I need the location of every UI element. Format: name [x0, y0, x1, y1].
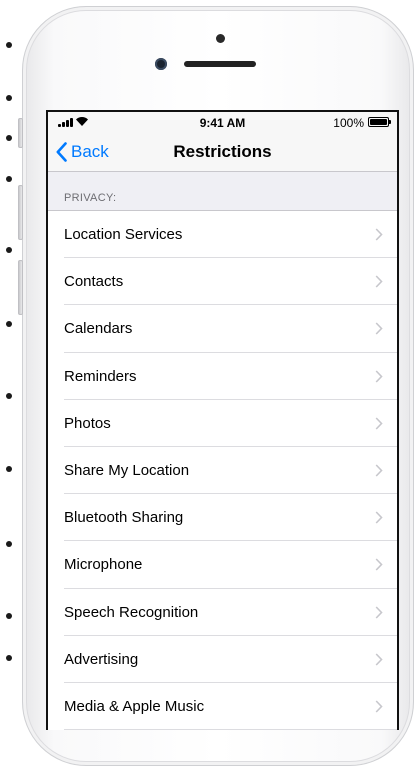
chevron-right-icon — [375, 228, 383, 241]
chevron-right-icon — [375, 275, 383, 288]
proximity-sensor-icon — [155, 58, 167, 70]
list-item-bluetooth-sharing[interactable]: Bluetooth Sharing — [48, 494, 397, 542]
list-bullet — [6, 42, 12, 48]
list-bullet — [6, 247, 12, 253]
battery-percentage: 100% — [333, 116, 364, 130]
mute-switch — [18, 118, 23, 148]
list-bullet — [6, 466, 12, 472]
list-bullet — [6, 135, 12, 141]
chevron-right-icon — [375, 464, 383, 477]
list-item-speech-recognition[interactable]: Speech Recognition — [48, 589, 397, 636]
chevron-right-icon — [375, 370, 383, 383]
chevron-right-icon — [375, 322, 383, 335]
page-title: Restrictions — [173, 142, 272, 161]
list-item-label: Bluetooth Sharing — [64, 509, 184, 527]
list-item-microphone[interactable]: Microphone — [48, 541, 397, 589]
front-camera-icon — [216, 34, 225, 43]
list-item-label: Reminders — [64, 367, 137, 385]
list-item-label: Advertising — [64, 650, 139, 668]
chevron-right-icon — [375, 605, 383, 619]
chevron-right-icon — [375, 700, 383, 713]
list-item-photos[interactable]: Photos — [48, 400, 397, 448]
navigation-bar: Back Restrictions — [48, 132, 397, 172]
list-item-label: Share My Location — [64, 462, 190, 480]
earpiece-speaker — [184, 61, 256, 67]
list-item-label: Media & Apple Music — [64, 697, 205, 715]
chevron-right-icon — [375, 417, 383, 430]
list-bullet — [6, 176, 12, 182]
privacy-list: Location Services Contacts Calendars Rem… — [48, 210, 397, 730]
list-item-label: Microphone — [64, 556, 143, 574]
list-item-advertising[interactable]: Advertising — [48, 636, 397, 684]
list-item-media-apple-music[interactable]: Media & Apple Music — [48, 683, 397, 730]
list-item-share-my-location[interactable]: Share My Location — [48, 447, 397, 495]
chevron-right-icon — [375, 558, 383, 571]
list-bullet — [6, 321, 12, 327]
list-item-location-services[interactable]: Location Services — [48, 211, 397, 259]
list-item-label: Photos — [64, 414, 111, 432]
chevron-right-icon — [375, 511, 383, 524]
list-item-label: Calendars — [64, 320, 133, 338]
volume-up-button — [18, 185, 23, 240]
list-bullet — [6, 655, 12, 661]
list-bullet — [6, 613, 12, 619]
status-bar: 9:41 AM 100% — [48, 112, 397, 132]
list-bullet — [6, 541, 12, 547]
list-item-contacts[interactable]: Contacts — [48, 258, 397, 306]
battery-icon — [368, 117, 391, 127]
list-item-calendars[interactable]: Calendars — [48, 305, 397, 353]
list-item-label: Speech Recognition — [64, 603, 199, 621]
chevron-right-icon — [375, 653, 383, 666]
list-bullet — [6, 95, 12, 101]
list-item-label: Contacts — [64, 273, 124, 291]
list-item-label: Location Services — [64, 226, 183, 244]
list-bullet — [6, 393, 12, 399]
phone-screen: 9:41 AM 100% Back Restrictions PRIVACY: … — [46, 110, 399, 730]
volume-down-button — [18, 260, 23, 315]
list-item-reminders[interactable]: Reminders — [48, 353, 397, 400]
section-header-privacy: PRIVACY: — [64, 192, 117, 204]
